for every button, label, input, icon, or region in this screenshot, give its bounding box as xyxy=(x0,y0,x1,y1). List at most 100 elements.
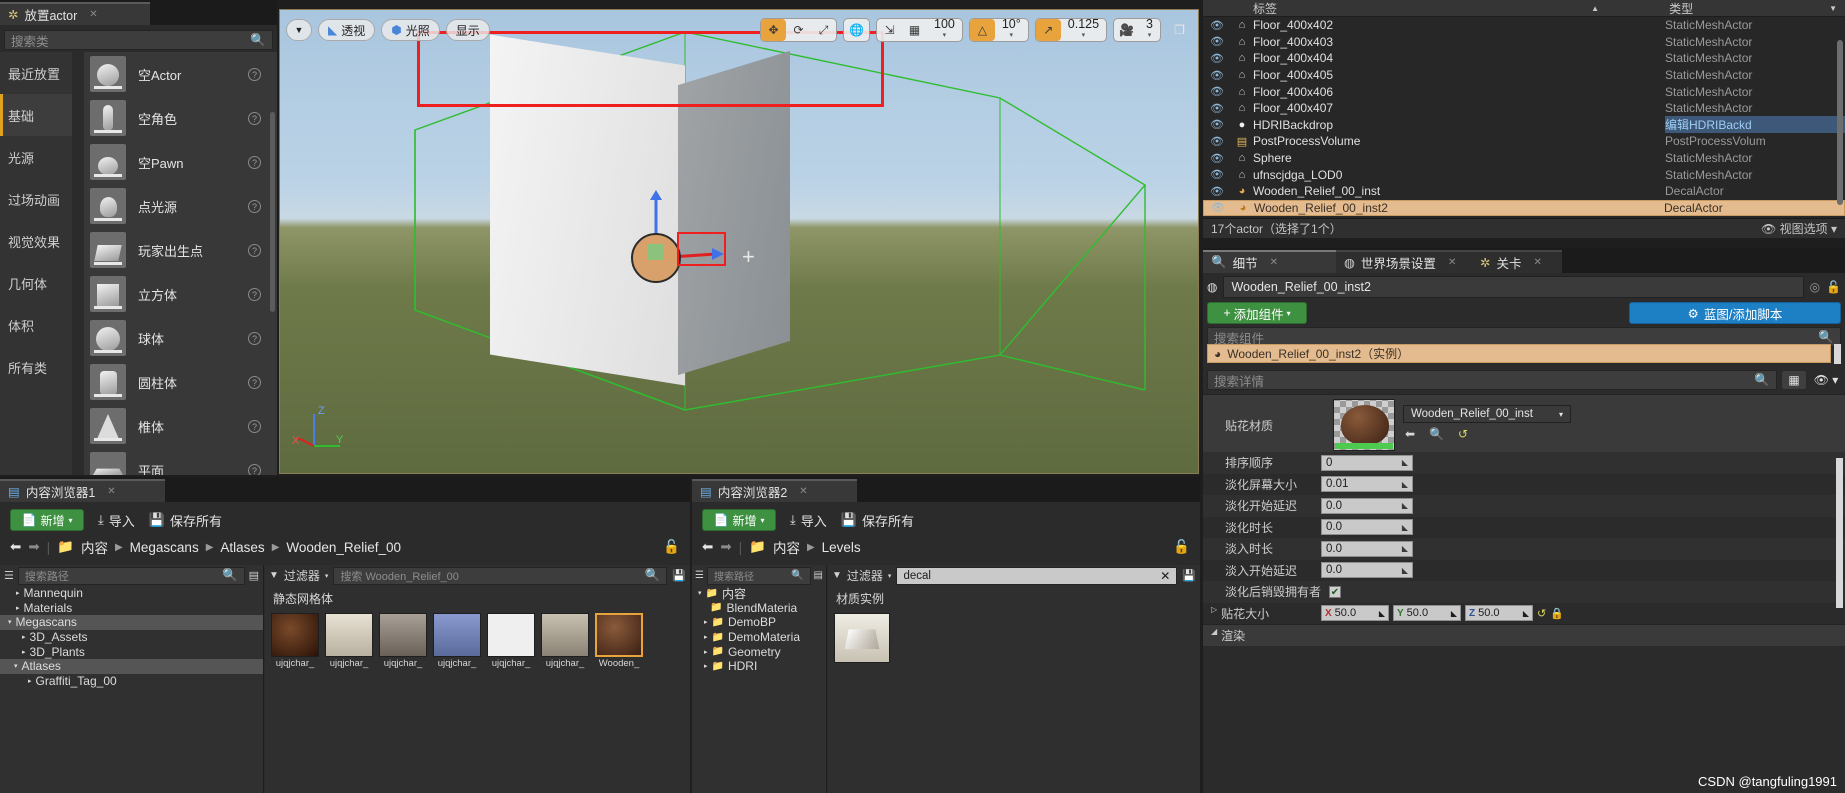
import-button[interactable]: ⤓ 导入 xyxy=(790,511,827,530)
category-all-classes[interactable]: 所有类 xyxy=(0,346,72,388)
breadcrumb-item[interactable]: Atlases xyxy=(220,540,264,555)
close-icon[interactable]: ✕ xyxy=(1270,257,1278,268)
tree-item[interactable]: 📁 BlendMateria xyxy=(692,601,826,616)
arrow-left-icon[interactable]: ⬅ xyxy=(10,539,21,555)
property-value-field[interactable]: 0.0 ◣ xyxy=(1321,497,1413,514)
asset-item[interactable]: ujqjchar_ xyxy=(433,613,481,669)
visibility-eye-icon[interactable]: 👁 xyxy=(1203,135,1231,148)
visibility-eye-icon[interactable]: 👁 xyxy=(1203,85,1231,98)
expand-triangle-icon[interactable]: ◢ xyxy=(1211,627,1217,644)
viewport-menu-button[interactable]: ▼ xyxy=(286,19,312,41)
asset-item[interactable]: ujqjchar_ xyxy=(325,613,373,669)
property-value-field[interactable]: 0 ◣ xyxy=(1321,454,1413,471)
table-row[interactable]: 👁 ⌂ Floor_400x406 StaticMeshActor xyxy=(1203,83,1845,100)
tree-item[interactable]: ▸ Graffiti_Tag_00 xyxy=(0,674,263,689)
maximize-viewport-icon[interactable]: ❐ xyxy=(1167,19,1192,41)
lock-icon[interactable]: 🔒 xyxy=(1550,607,1564,620)
category-basic[interactable]: 基础 xyxy=(0,94,72,136)
lock-icon[interactable]: 🔓 xyxy=(1826,280,1841,294)
expand-triangle-icon[interactable]: ▷ xyxy=(1211,605,1217,622)
chevron-right-icon[interactable]: ▸ xyxy=(704,618,708,626)
list-item[interactable]: 平面 ? xyxy=(84,448,277,475)
actor-name-field[interactable]: Wooden_Relief_00_inst2 xyxy=(1223,276,1804,298)
visibility-eye-icon[interactable]: 👁 xyxy=(1203,19,1231,32)
filter-icon[interactable]: ▼ xyxy=(269,570,279,581)
list-item[interactable]: 空Pawn ? xyxy=(84,140,277,184)
asset-search-input[interactable]: decal ✕ xyxy=(896,566,1178,585)
help-icon[interactable]: ? xyxy=(248,199,261,213)
table-row[interactable]: 👁 ⌂ Floor_400x402 StaticMeshActor xyxy=(1203,17,1845,34)
list-item[interactable]: 空Actor ? xyxy=(84,52,277,96)
arrow-left-icon[interactable]: ⬅ xyxy=(1405,427,1415,441)
decal-size-x-field[interactable]: X 50.0 ◣ xyxy=(1321,605,1389,622)
asset-item[interactable]: ujqjchar_ xyxy=(271,613,319,669)
property-value-field[interactable]: 0.01 ◣ xyxy=(1321,476,1413,493)
close-icon[interactable]: ✕ xyxy=(107,486,115,497)
table-row[interactable]: 👁 ● HDRIBackdrop 编辑HDRIBackd xyxy=(1203,116,1845,134)
path-search-input[interactable]: 搜索路径 🔍 xyxy=(706,566,811,585)
grid-snap-value[interactable]: 100 ▾ xyxy=(927,18,962,41)
component-row[interactable]: ◕ Wooden_Relief_00_inst2（实例） xyxy=(1207,344,1831,363)
table-row[interactable]: 👁 ⌂ Floor_400x407 StaticMeshActor xyxy=(1203,100,1845,117)
add-component-button[interactable]: + 添加组件 ▾ xyxy=(1207,302,1307,324)
tab-world-settings[interactable]: ◍ 世界场景设置 ✕ xyxy=(1336,250,1472,273)
search-class-input[interactable]: 搜索类 🔍 xyxy=(4,30,273,50)
close-icon[interactable]: ✕ xyxy=(1160,569,1170,583)
question-icon[interactable]: ◎ xyxy=(1810,280,1820,294)
visibility-eye-icon[interactable]: 👁 xyxy=(1203,152,1231,165)
reset-icon[interactable]: ↺ xyxy=(1458,427,1468,441)
save-all-button[interactable]: 💾 保存所有 xyxy=(841,511,914,530)
collapse-icon[interactable]: ▤ xyxy=(249,569,259,582)
tab-content-browser-2[interactable]: ▤ 内容浏览器2 ✕ xyxy=(692,479,857,502)
chevron-down-icon[interactable]: ▾ xyxy=(698,589,702,597)
add-new-button[interactable]: 📄 新增 ▾ xyxy=(702,509,776,531)
property-value-field[interactable]: 0.0 ◣ xyxy=(1321,519,1413,536)
decal-size-y-field[interactable]: Y 50.0 ◣ xyxy=(1393,605,1461,622)
chevron-down-icon[interactable]: ▾ xyxy=(14,662,18,670)
category-lights[interactable]: 光源 xyxy=(0,136,72,178)
tree-item-selected[interactable]: ▾ Atlases xyxy=(0,658,263,674)
asset-item[interactable]: ujqjchar_ xyxy=(487,613,535,669)
help-icon[interactable]: ? xyxy=(248,287,261,301)
filter-list-icon[interactable]: ☰ xyxy=(695,570,704,581)
save-search-icon[interactable]: 💾 xyxy=(1182,569,1196,582)
add-new-button[interactable]: 📄 新增 ▾ xyxy=(10,509,84,531)
help-icon[interactable]: ? xyxy=(248,419,261,433)
breadcrumb-item[interactable]: 内容 xyxy=(773,537,800,557)
table-row[interactable]: 👁 ⌂ ufnscjdga_LOD0 StaticMeshActor xyxy=(1203,166,1845,183)
table-row[interactable]: 👁 ⌂ Sphere StaticMeshActor xyxy=(1203,150,1845,167)
filter-label[interactable]: 过滤器 xyxy=(284,567,320,584)
decal-material-dropdown[interactable]: Wooden_Relief_00_inst ▾ xyxy=(1403,405,1571,423)
tree-item[interactable]: ▸ 3D_Assets xyxy=(0,630,263,645)
tab-details[interactable]: 🔍 细节 ✕ xyxy=(1203,250,1336,273)
list-item[interactable]: 点光源 ? xyxy=(84,184,277,228)
lock-icon[interactable]: 🔓 xyxy=(663,539,680,555)
tab-place-actor[interactable]: ✲ 放置actor ✕ xyxy=(0,2,150,25)
list-item[interactable]: 玩家出生点 ? xyxy=(84,228,277,272)
category-geometry[interactable]: 几何体 xyxy=(0,262,72,304)
blueprint-add-script-button[interactable]: ⚙ 蓝图/添加脚本 xyxy=(1629,302,1841,324)
visibility-eye-icon[interactable]: 👁 xyxy=(1203,69,1231,82)
angle-snap-icon[interactable]: △ xyxy=(969,19,995,41)
list-item[interactable]: 球体 ? xyxy=(84,316,277,360)
asset-item[interactable]: ujqjchar_ xyxy=(541,613,589,669)
table-row[interactable]: 👁 ⌂ Floor_400x405 StaticMeshActor xyxy=(1203,67,1845,84)
tab-content-browser-1[interactable]: ▤ 内容浏览器1 ✕ xyxy=(0,479,165,502)
close-icon[interactable]: ✕ xyxy=(1534,257,1542,268)
tree-item[interactable]: ▸ Materials xyxy=(0,601,263,616)
import-button[interactable]: ⤓ 导入 xyxy=(98,511,135,530)
list-item[interactable]: 空角色 ? xyxy=(84,96,277,140)
chevron-right-icon[interactable]: ▸ xyxy=(16,589,20,597)
tree-item[interactable]: ▸ Mannequin xyxy=(0,586,263,601)
perspective-button[interactable]: ◣ 透视 xyxy=(318,19,376,41)
table-row[interactable]: 👁 ◕ Wooden_Relief_00_inst DecalActor xyxy=(1203,183,1845,200)
column-label[interactable]: 标签 xyxy=(1253,0,1591,17)
help-icon[interactable]: ? xyxy=(248,331,261,345)
view-options-button[interactable]: 👁 视图选项 ▾ xyxy=(1761,220,1837,237)
show-menu-button[interactable]: 显示 xyxy=(445,19,490,41)
asset-item-selected[interactable]: Wooden_ xyxy=(595,613,643,669)
cb1-asset-grid[interactable]: ujqjchar_ ujqjchar_ ujqjchar_ ujqjchar_ … xyxy=(265,607,690,669)
outliner-rows[interactable]: 👁 ⌂ Floor_400x402 StaticMeshActor 👁 ⌂ Fl… xyxy=(1203,17,1845,217)
table-row[interactable]: 👁 ▤ PostProcessVolume PostProcessVolum xyxy=(1203,133,1845,150)
components-scrollbar[interactable] xyxy=(1834,344,1841,364)
